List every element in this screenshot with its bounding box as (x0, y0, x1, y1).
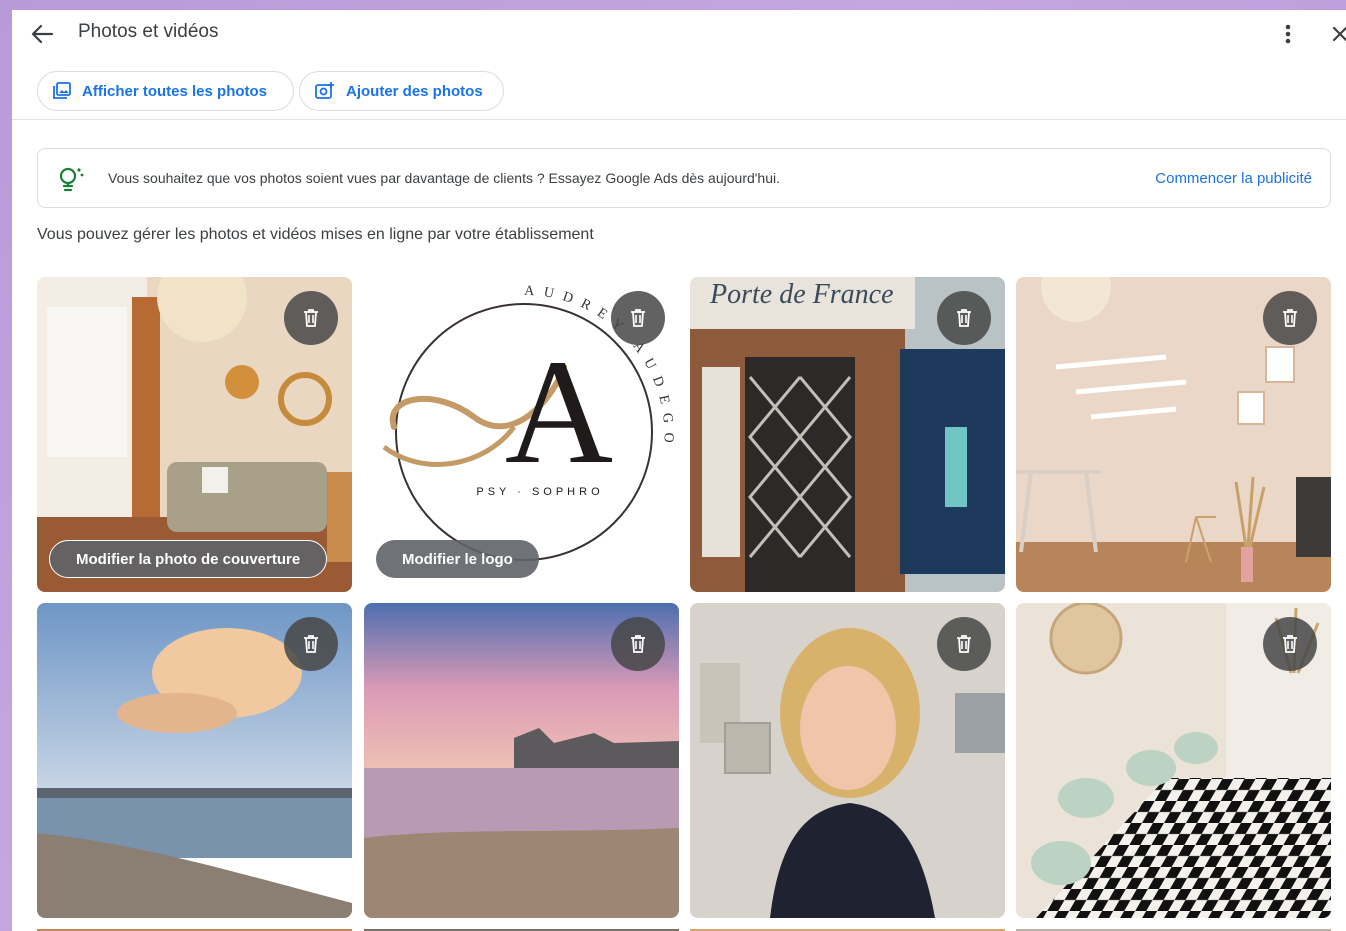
back-arrow-icon[interactable] (28, 21, 56, 47)
logo-monogram: A (505, 329, 613, 495)
living-room-photo[interactable]: Modifier la photo de couverture (37, 277, 352, 592)
start-advertising-link[interactable]: Commencer la publicité (1155, 170, 1312, 187)
trash-icon (631, 309, 645, 327)
photo-library-icon (53, 82, 71, 99)
sunset-harbor-photo[interactable] (364, 603, 679, 918)
delete-photo-button[interactable] (1263, 617, 1317, 671)
delete-photo-button[interactable] (284, 291, 338, 345)
banner-text: Vous souhaitez que vos photos soient vue… (108, 170, 781, 186)
view-all-photos-button[interactable]: Afficher toutes les photos (37, 71, 294, 111)
delete-photo-button[interactable] (937, 291, 991, 345)
waiting-room-photo[interactable] (1016, 603, 1331, 918)
portrait-photo[interactable] (690, 603, 1005, 918)
add-photos-label: Ajouter des photos (346, 82, 483, 100)
delete-photo-button[interactable] (284, 617, 338, 671)
trash-icon (304, 635, 318, 653)
trash-icon (631, 635, 645, 653)
trash-icon (1283, 635, 1297, 653)
more-vert-icon[interactable] (1276, 20, 1300, 48)
delete-photo-button[interactable] (937, 617, 991, 671)
divider (12, 119, 1346, 120)
photos-panel: Photos et vidéos Afficher toutes les pho… (12, 10, 1346, 931)
seaside-town-photo[interactable] (37, 603, 352, 918)
edit-cover-photo-button[interactable]: Modifier la photo de couverture (49, 540, 328, 578)
trash-icon (957, 635, 971, 653)
edit-logo-button[interactable]: Modifier le logo (376, 540, 539, 578)
trash-icon (304, 309, 318, 327)
page-title: Photos et vidéos (78, 21, 219, 42)
add-photos-button[interactable]: Ajouter des photos (299, 71, 504, 111)
delete-photo-button[interactable] (611, 291, 665, 345)
trash-icon (957, 309, 971, 327)
logo-tagline: PSY · SOPHRO (476, 486, 603, 498)
delete-photo-button[interactable] (611, 617, 665, 671)
view-all-photos-label: Afficher toutes les photos (82, 82, 268, 100)
storefront-sign-text: Porte de France (709, 279, 894, 310)
add-photo-icon (315, 82, 334, 99)
storefront-photo[interactable]: Porte de France (690, 277, 1005, 592)
close-icon[interactable] (1328, 20, 1346, 48)
trash-icon (1283, 309, 1297, 327)
delete-photo-button[interactable] (1263, 291, 1317, 345)
top-bar: Photos et vidéos (12, 10, 1346, 58)
manage-description: Vous pouvez gérer les photos et vidéos m… (37, 226, 594, 243)
ads-banner: Vous souhaitez que vos photos soient vue… (37, 148, 1331, 208)
logo-image[interactable]: AUDREY AUDEGOND A PSY · SOPHRO Modifier … (364, 277, 679, 592)
lightbulb-icon (59, 167, 84, 192)
office-shelves-photo[interactable] (1016, 277, 1331, 592)
